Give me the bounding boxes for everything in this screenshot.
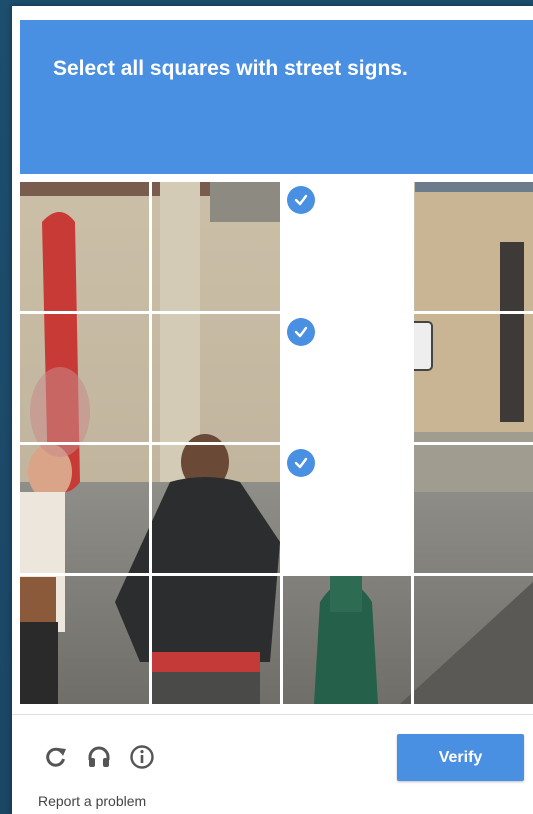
checkmark-icon [287, 449, 315, 477]
reload-button[interactable] [41, 742, 71, 772]
grid-tile[interactable] [414, 576, 533, 703]
grid-tile[interactable] [414, 445, 533, 572]
image-grid [20, 182, 533, 704]
help-button[interactable] [127, 742, 157, 772]
grid-tile[interactable] [20, 445, 147, 572]
reload-icon [46, 747, 66, 767]
grid-tile[interactable] [152, 445, 280, 572]
grid-tile-selected[interactable] [283, 314, 411, 442]
verify-button[interactable]: Verify [397, 734, 524, 781]
grid-tile[interactable] [283, 576, 411, 703]
grid-tile[interactable] [414, 182, 533, 309]
captcha-card: Select all squares with street signs. Ve… [12, 6, 533, 814]
grid-tile[interactable] [20, 182, 147, 309]
grid-tile[interactable] [152, 182, 280, 309]
grid-tile[interactable] [152, 576, 280, 703]
report-problem-link[interactable]: Report a problem [38, 793, 146, 809]
checkmark-icon [287, 318, 315, 346]
headphones-icon [88, 746, 110, 767]
grid-tile[interactable] [20, 576, 147, 703]
grid-tile-selected[interactable] [283, 445, 411, 573]
challenge-prompt: Select all squares with street signs. [53, 57, 408, 80]
audio-challenge-button[interactable] [84, 742, 114, 772]
grid-tile[interactable] [414, 314, 533, 441]
info-icon [130, 745, 154, 769]
checkmark-icon [287, 186, 315, 214]
grid-tile-selected[interactable] [283, 182, 411, 311]
grid-tile[interactable] [152, 314, 280, 441]
grid-tile[interactable] [20, 314, 147, 441]
challenge-header: Select all squares with street signs. [20, 20, 533, 174]
footer-divider [12, 714, 533, 715]
